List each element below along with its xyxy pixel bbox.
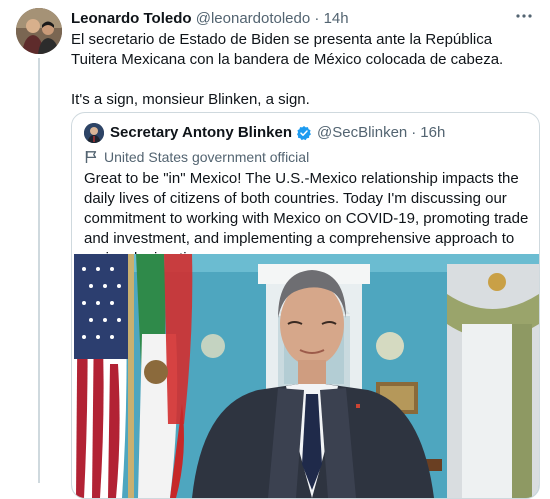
author-name[interactable]: Leonardo Toledo — [71, 10, 192, 27]
tweet-text: El secretario de Estado de Biden se pres… — [71, 31, 504, 108]
tweet-header: Leonardo Toledo @leonardotoledo · 14h — [71, 10, 349, 28]
author-avatar[interactable] — [16, 8, 62, 54]
quoted-tweet[interactable]: Secretary Antony Blinken @SecBlinken · 1… — [71, 112, 540, 499]
photo-illustration — [72, 254, 539, 498]
flag-icon — [85, 151, 97, 163]
avatar-image — [16, 8, 62, 54]
quoted-author-handle[interactable]: @SecBlinken — [317, 124, 407, 142]
thread-line — [38, 58, 40, 483]
quoted-meta-separator: · — [411, 124, 417, 141]
government-label[interactable]: United States government official — [84, 148, 309, 166]
quoted-author-name[interactable]: Secretary Antony Blinken — [110, 124, 292, 142]
quoted-tweet-timestamp[interactable]: 16h — [420, 124, 445, 142]
tweet-timestamp[interactable]: 14h — [324, 10, 349, 27]
quoted-avatar-image — [84, 123, 104, 143]
meta-separator: · — [314, 10, 320, 27]
verified-badge-icon — [296, 125, 312, 141]
government-label-text: United States government official — [104, 149, 310, 165]
more-horizontal-icon[interactable] — [512, 6, 536, 26]
author-handle[interactable]: @leonardotoledo — [196, 10, 310, 27]
quoted-author-avatar[interactable] — [84, 123, 104, 143]
quoted-tweet-photo[interactable] — [72, 254, 539, 498]
quoted-tweet-header: Secretary Antony Blinken @SecBlinken · 1… — [110, 124, 445, 142]
